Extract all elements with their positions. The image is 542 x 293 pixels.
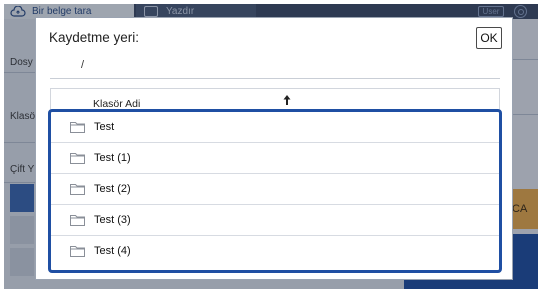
dialog-title: Kaydetme yeri: [49,30,140,45]
folder-list: Test Test (1) Test (2) Test (3) Test (4) [48,109,502,273]
folder-row[interactable]: Test (4) [51,236,499,267]
folder-row-label: Test (1) [94,152,131,164]
folder-row-label: Test [94,121,115,133]
divider [50,78,500,79]
arrow-up-icon[interactable] [282,94,292,106]
folder-row-label: Test (4) [94,245,131,257]
folder-icon [70,122,85,133]
ok-button[interactable]: OK [476,27,502,49]
screen: Bir belge tara Yazdır User Dosy Klasö Çi… [4,4,538,289]
folder-icon [70,184,85,195]
list-header[interactable]: Klasör Adi [50,88,500,110]
folder-row-label: Test (2) [94,183,131,195]
folder-icon [70,246,85,257]
folder-icon [70,215,85,226]
folder-row-label: Test (3) [94,214,131,226]
current-path: / [81,59,85,71]
folder-row[interactable]: Test [51,112,499,143]
folder-row[interactable]: Test (2) [51,174,499,205]
folder-row[interactable]: Test (1) [51,143,499,174]
folder-icon [70,153,85,164]
save-location-dialog: Kaydetme yeri: OK / Klasör Adi Test Test… [35,17,513,280]
folder-row[interactable]: Test (3) [51,205,499,236]
